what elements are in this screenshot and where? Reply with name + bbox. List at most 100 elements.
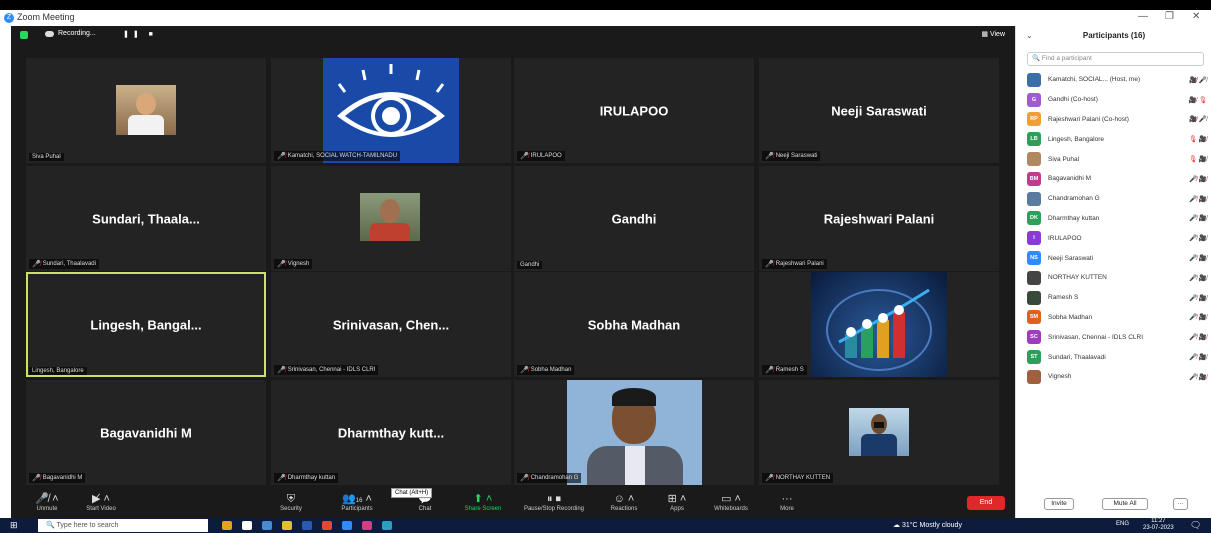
mic-camera-status-icon: 🎤̸ 🎥̸ [1189, 215, 1207, 223]
video-tile[interactable]: Bagavanidhi M 🎤̸ Bagavanidhi M [26, 380, 266, 485]
video-tile[interactable]: IRULAPOO 🎤̸ IRULAPOO [514, 58, 754, 163]
video-tile[interactable]: Dharmthay kutt... 🎤̸ Dharmthay kuttan [271, 380, 511, 485]
taskbar-app-icon[interactable] [222, 521, 232, 530]
mute-all-button[interactable]: Mute All [1102, 498, 1148, 510]
apps-label: Apps [670, 506, 684, 512]
taskbar-app-icon[interactable] [362, 521, 372, 530]
mic-camera-status-icon: 🎤̸ 🎥̸ [1189, 195, 1207, 203]
pause-stop-recording-button[interactable]: ⏸ ⏹ Pause/Stop Recording [516, 492, 592, 512]
participant-name: Dharmthay kuttan [1048, 214, 1100, 222]
restore-button[interactable]: ❐ [1165, 11, 1174, 22]
chrome-icon[interactable] [322, 521, 332, 530]
share-screen-button[interactable]: ⬆ ˄ Share Screen [453, 492, 513, 512]
video-tile-active-speaker[interactable]: Lingesh, Bangal... Lingesh, Bangalore [26, 272, 266, 377]
zoom-app-icon[interactable] [342, 521, 352, 530]
start-video-button[interactable]: ▶̸ ˄ Start Video [71, 492, 131, 512]
tile-name-label: 🎤̸ IRULAPOO [517, 151, 565, 161]
video-tile[interactable]: 🎤̸ NORTHAY KUTTEN [759, 380, 999, 485]
word-icon[interactable] [302, 521, 312, 530]
participant-row[interactable]: G Gandhi (Co-host) 🎥̸ 🎙 [1027, 90, 1207, 110]
security-button[interactable]: ⛨ Security [261, 492, 321, 512]
video-tile[interactable]: Srinivasan, Chen... 🎤̸ Srinivasan, Chenna… [271, 272, 511, 377]
apps-button[interactable]: ⊞ ˄ Apps [647, 492, 707, 512]
participant-row[interactable]: NS Neeji Saraswati 🎤̸ 🎥̸ [1027, 248, 1207, 268]
participants-icon: 👥16 ˄ [342, 493, 372, 505]
participant-row[interactable]: Ramesh S 🎤̸ 🎥̸ [1027, 288, 1207, 308]
task-view-icon[interactable] [242, 521, 252, 530]
participant-row[interactable]: I IRULAPOO 🎤̸ 🎥̸ [1027, 228, 1207, 248]
participants-header: ⌄ Participants (16) [1016, 26, 1211, 46]
participant-row[interactable]: Kamatchi, SOCIAL... (Host, me) 🎥̸ 🎤̸ [1027, 70, 1207, 90]
edge-icon[interactable] [382, 521, 392, 530]
participant-name: NORTHAY KUTTEN [1048, 274, 1107, 282]
participant-search-input[interactable]: 🔍 Find a participant [1027, 52, 1204, 66]
participant-row[interactable]: SC Srinivasan, Chennai - IDLS CLRI 🎤̸ 🎥̸ [1027, 327, 1207, 347]
participant-row[interactable]: DK Dharmthay kuttan 🎤̸ 🎥̸ [1027, 209, 1207, 229]
invite-button[interactable]: Invite [1044, 498, 1074, 510]
video-tile[interactable]: Neeji Saraswati 🎤̸ Neeji Saraswati [759, 58, 999, 163]
participant-row[interactable]: NORTHAY KUTTEN 🎤̸ 🎥̸ [1027, 268, 1207, 288]
participant-row[interactable]: BM Bagavanidhi M 🎤̸ 🎥̸ [1027, 169, 1207, 189]
participant-name: Srinivasan, Chennai - IDLS CLRI [1048, 333, 1144, 341]
weather-widget[interactable]: ☁ 31°C Mostly cloudy [893, 521, 962, 529]
participant-row[interactable]: Chandramohan G 🎤̸ 🎥̸ [1027, 189, 1207, 209]
video-tile[interactable]: 🎤̸ Ramesh S [759, 272, 999, 377]
unmute-label: Unmute [36, 506, 58, 512]
clock-time: 11:27 [1151, 518, 1166, 524]
video-tile[interactable]: Sundari, Thaala... 🎤̸ Sundari, Thaalavadi [26, 166, 266, 271]
tile-name-label: 🎤̸ Srinivasan, Chennai - IDLS CLRI [274, 365, 379, 375]
video-tile[interactable]: Rajeshwari Palani 🎤̸ Rajeshwari Palani [759, 166, 999, 271]
participant-row[interactable]: Siva Puhal 🎙 🎥̸ [1027, 149, 1207, 169]
language-indicator[interactable]: ENG [1116, 521, 1129, 527]
video-tile[interactable]: 🎤̸ Vignesh [271, 166, 511, 271]
end-meeting-button[interactable]: End [967, 496, 1005, 510]
participant-row[interactable]: ST Sundari, Thaalavadi 🎤̸ 🎥̸ [1027, 347, 1207, 367]
mic-muted-icon: 🎤̸ [277, 475, 286, 482]
participant-row[interactable]: SM Sobha Madhan 🎤̸ 🎥̸ [1027, 308, 1207, 328]
participant-row[interactable]: RP Rajeshwari Palani (Co-host) 🎥̸ 🎤̸ [1027, 110, 1207, 130]
participants-button[interactable]: 👥16 ˄ Participants [327, 492, 387, 512]
video-tile[interactable]: Siva Puhal [26, 58, 266, 163]
video-tile[interactable]: 🎤̸ Chandramohan G [514, 380, 754, 485]
taskbar-search-input[interactable]: 🔍 Type here to search [38, 519, 208, 532]
clock[interactable]: 11:27 23-07-2023 [1143, 518, 1174, 532]
mic-camera-status-icon: 🎤̸ 🎥̸ [1189, 255, 1207, 263]
tile-name-label: Siva Puhal [29, 153, 64, 161]
windows-start-icon[interactable]: ⊞ [10, 520, 18, 531]
file-explorer-icon[interactable] [282, 521, 292, 530]
notification-icon[interactable]: 🗨 [1190, 520, 1201, 531]
growth-chart-icon [826, 288, 932, 371]
mic-camera-status-icon: 🎙 🎥̸ [1188, 156, 1207, 164]
video-tile[interactable]: Sobha Madhan 🎤̸ Sobha Madhan [514, 272, 754, 377]
minimize-button[interactable]: — [1138, 11, 1148, 22]
whiteboards-button[interactable]: ▭ ˄ Whiteboards [701, 492, 761, 512]
participant-name: IRULAPOO [599, 103, 669, 118]
participant-row[interactable]: LB Lingesh, Bangalore 🎙 🎥̸ [1027, 129, 1207, 149]
avatar: ST [1027, 350, 1041, 365]
chevron-down-icon[interactable]: ⌄ [1026, 26, 1033, 46]
participant-name: Sobha Madhan [1048, 313, 1093, 321]
participant-row[interactable]: Vignesh 🎤̸ 🎥̸ [1027, 367, 1207, 387]
mic-muted-icon: 🎤̸ [277, 261, 286, 268]
view-button[interactable]: ▦ View [981, 30, 1005, 38]
reactions-button[interactable]: ☺ ˄ Reactions [594, 492, 654, 512]
recording-controls[interactable]: ❚❚ ■ [123, 30, 157, 38]
participant-name: Lingesh, Bangalore [1048, 135, 1105, 143]
tile-name-label: 🎤̸ Chandramohan G [517, 473, 582, 483]
mic-camera-status-icon: 🎤̸ 🎥̸ [1189, 354, 1207, 362]
mic-camera-status-icon: 🎥̸ 🎤̸ [1189, 76, 1207, 84]
video-tile[interactable]: Gandhi Gandhi [514, 166, 754, 271]
more-options-button[interactable]: ··· [1173, 498, 1188, 510]
mic-camera-status-icon: 🎥̸ 🎙 [1188, 96, 1207, 104]
zoom-logo-icon: Z [4, 13, 14, 23]
social-watch-logo [323, 58, 459, 163]
taskbar-app-icon[interactable] [262, 521, 272, 530]
video-tile[interactable]: 🎤̸ Kamatchi, SOCIAL WATCH-TAMILNADU [271, 58, 511, 163]
more-button[interactable]: ··· More [757, 492, 817, 512]
participants-title: Participants (16) [1082, 31, 1146, 40]
participants-label: Participants [341, 506, 373, 512]
security-shield-icon[interactable] [20, 31, 28, 39]
close-button[interactable]: ✕ [1192, 11, 1200, 22]
cloud-recording-icon [45, 30, 54, 37]
unmute-button[interactable]: 🎤̸ ˄ Unmute [17, 492, 77, 512]
